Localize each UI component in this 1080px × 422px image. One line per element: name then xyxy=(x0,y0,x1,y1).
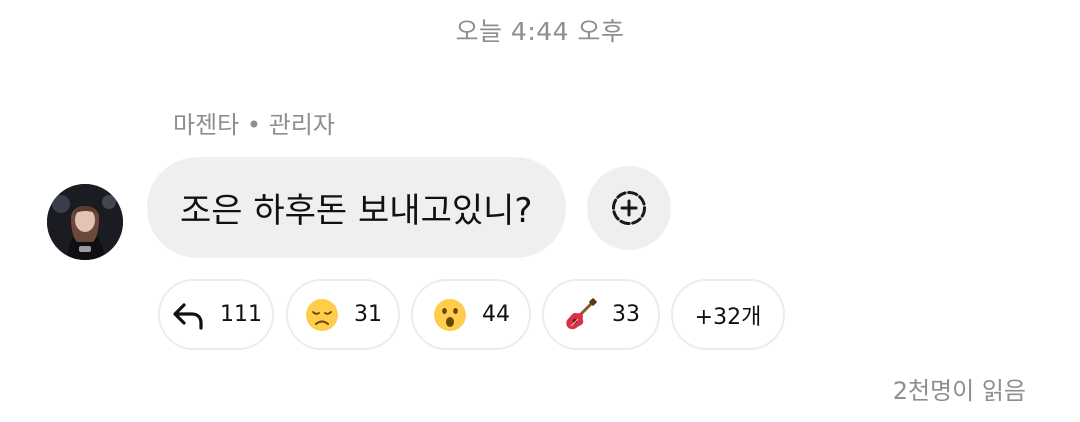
sender-avatar[interactable] xyxy=(47,184,123,260)
message-timestamp: 오늘 4:44 오후 xyxy=(455,17,625,46)
add-reaction-icon xyxy=(612,191,646,225)
more-reactions-button[interactable]: +32개 xyxy=(671,279,785,350)
reaction-count: 31 xyxy=(354,302,382,327)
reaction-count: 33 xyxy=(612,302,640,327)
message-bubble[interactable]: 조은 하후돈 보내고있니? xyxy=(147,157,566,258)
reply-count-button[interactable]: 111 xyxy=(158,279,274,350)
disappointed-face-emoji xyxy=(304,297,340,333)
guitar-emoji xyxy=(562,297,598,333)
sender-name: 마젠타 xyxy=(173,111,240,139)
reply-count: 111 xyxy=(220,302,262,327)
reaction-guitar[interactable]: 33 xyxy=(542,279,660,350)
reply-arrow-icon xyxy=(170,297,206,333)
astonished-face-emoji xyxy=(432,297,468,333)
more-reactions-label: +32개 xyxy=(694,304,762,330)
sender-separator: • xyxy=(246,111,262,139)
read-receipt[interactable]: 2천명이 읽음 xyxy=(893,371,1026,406)
reaction-disappointed[interactable]: 31 xyxy=(286,279,400,350)
message-text: 조은 하후돈 보내고있니? xyxy=(180,191,533,231)
reaction-astonished[interactable]: 44 xyxy=(411,279,531,350)
avatar-image xyxy=(47,184,123,260)
sender-header: 마젠타 • 관리자 xyxy=(173,105,335,140)
add-reaction-button[interactable] xyxy=(587,166,671,250)
sender-role: 관리자 xyxy=(268,111,335,139)
reaction-count: 44 xyxy=(482,302,510,327)
